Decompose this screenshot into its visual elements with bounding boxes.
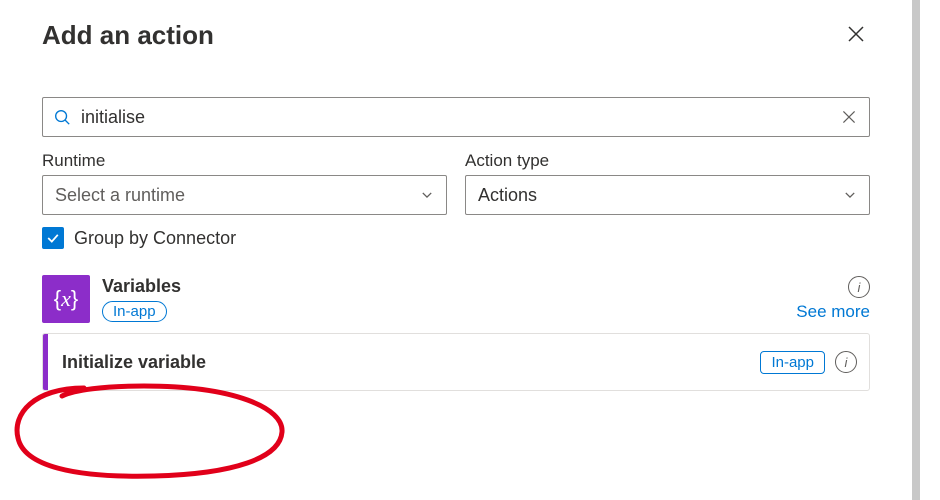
group-by-checkbox[interactable] (42, 227, 64, 249)
chevron-down-icon (843, 188, 857, 202)
variables-icon: {x} (42, 275, 90, 323)
connector-name: Variables (102, 276, 784, 297)
see-more-link[interactable]: See more (796, 302, 870, 322)
group-by-row: Group by Connector (42, 227, 870, 249)
close-icon (846, 24, 866, 44)
panel: Add an action Runtime Select a runtime (0, 0, 920, 500)
search-input-wrap[interactable] (42, 97, 870, 137)
annotation-circle-icon (4, 376, 294, 484)
connector-text: Variables In-app (102, 276, 784, 322)
action-type-label: Action type (465, 151, 870, 171)
action-info-button[interactable]: i (835, 351, 857, 373)
page-title: Add an action (42, 20, 214, 51)
close-button[interactable] (842, 20, 870, 48)
runtime-dropdown[interactable]: Select a runtime (42, 175, 447, 215)
action-type-value: Actions (478, 185, 537, 206)
group-by-label: Group by Connector (74, 228, 236, 249)
action-type-dropdown[interactable]: Actions (465, 175, 870, 215)
chevron-down-icon (420, 188, 434, 202)
connector-right: i See more (796, 276, 870, 322)
search-icon (53, 108, 71, 126)
check-icon (45, 230, 61, 246)
connector-info-button[interactable]: i (848, 276, 870, 298)
action-initialize-variable[interactable]: Initialize variable In-app i (42, 333, 870, 391)
close-icon (841, 109, 857, 125)
runtime-filter: Runtime Select a runtime (42, 151, 447, 215)
connector-badge: In-app (102, 301, 167, 322)
runtime-placeholder: Select a runtime (55, 185, 185, 206)
action-badge: In-app (760, 351, 825, 374)
action-right: In-app i (760, 351, 869, 374)
action-type-filter: Action type Actions (465, 151, 870, 215)
header-row: Add an action (42, 20, 870, 51)
filters-row: Runtime Select a runtime Action type Act… (42, 151, 870, 215)
connector-row: {x} Variables In-app i See more (42, 275, 870, 323)
clear-search-button[interactable] (839, 107, 859, 127)
search-input[interactable] (81, 107, 829, 128)
runtime-label: Runtime (42, 151, 447, 171)
action-name: Initialize variable (48, 352, 760, 373)
